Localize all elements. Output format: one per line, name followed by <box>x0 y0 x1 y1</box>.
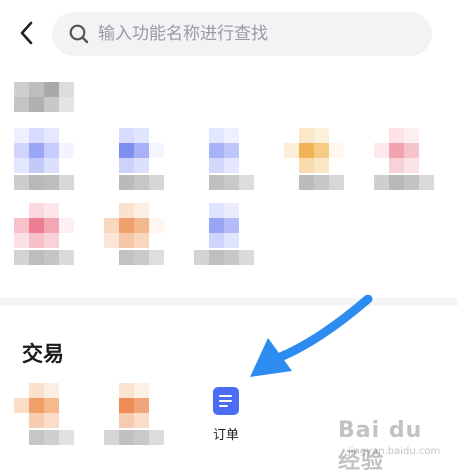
search-input[interactable] <box>96 23 420 45</box>
blurred-function-item[interactable] <box>194 128 254 190</box>
blurred-item-icon <box>194 128 254 173</box>
order-label: 订单 <box>212 428 239 443</box>
blurred-function-item[interactable] <box>194 203 254 265</box>
search-icon <box>69 24 89 44</box>
document-icon <box>213 387 239 415</box>
blurred-item-icon <box>194 203 254 248</box>
section-title-trade: 交易 <box>22 342 64 366</box>
arrow-icon <box>250 295 373 377</box>
blurred-item-icon <box>14 203 74 248</box>
blurred-item-label <box>14 175 74 190</box>
blurred-item-icon <box>104 128 164 173</box>
blurred-function-item[interactable] <box>14 203 74 265</box>
blurred-item-icon <box>374 128 434 173</box>
blurred-function-item[interactable] <box>284 128 344 190</box>
blurred-function-item[interactable] <box>374 128 434 190</box>
blurred-item-label <box>194 175 254 190</box>
blurred-item-label <box>14 430 74 445</box>
blurred-item-label <box>194 250 254 265</box>
blurred-item-icon <box>284 128 344 173</box>
blurred-item-icon <box>104 203 164 248</box>
blurred-function-item[interactable] <box>14 383 74 445</box>
back-chevron-icon[interactable] <box>14 18 40 48</box>
blurred-item-label <box>284 175 344 190</box>
blurred-function-item[interactable] <box>104 203 164 265</box>
blurred-function-item[interactable] <box>104 383 164 445</box>
section-divider <box>0 298 458 306</box>
blurred-item-label <box>104 430 164 445</box>
blurred-function-item[interactable] <box>104 128 164 190</box>
watermark-url: jingyan.baidu.com <box>348 446 441 457</box>
blurred-item-icon <box>14 383 74 428</box>
blurred-item-label <box>104 175 164 190</box>
search-bar[interactable] <box>52 12 432 56</box>
order-function-item[interactable]: 订单 <box>197 383 255 443</box>
blurred-function-item[interactable] <box>14 128 74 190</box>
blurred-item-label <box>14 250 74 265</box>
watermark: Bai du 经验 jingyan.baidu.com <box>338 418 450 474</box>
blurred-item-icon <box>14 128 74 173</box>
blurred-item-label <box>374 175 434 190</box>
blurred-item-label <box>104 250 164 265</box>
blurred-item-icon <box>104 383 164 428</box>
blurred-section-title <box>14 82 74 112</box>
